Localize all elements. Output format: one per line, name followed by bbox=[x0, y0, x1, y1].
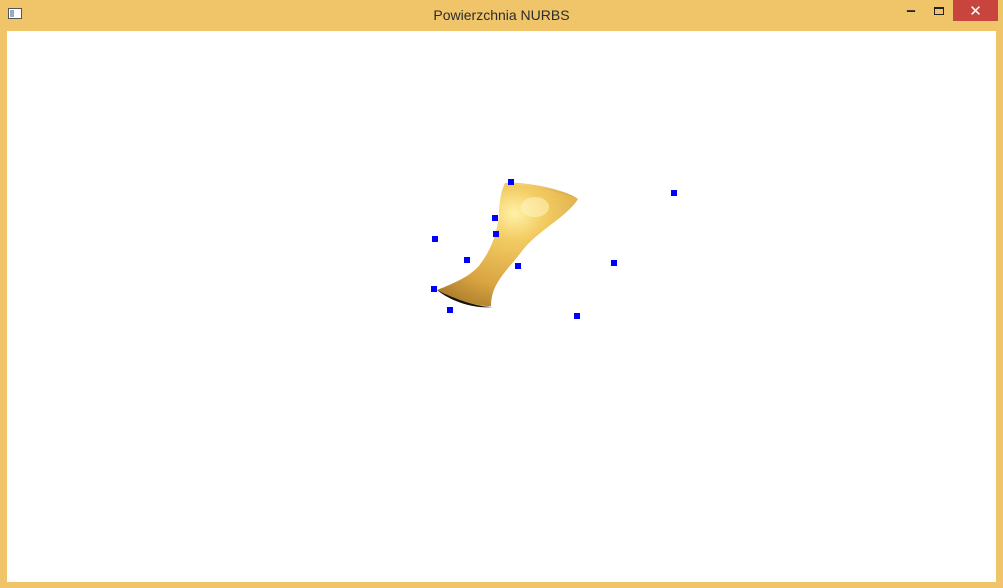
control-point[interactable] bbox=[671, 190, 677, 196]
control-point[interactable] bbox=[508, 179, 514, 185]
control-point[interactable] bbox=[515, 263, 521, 269]
control-point[interactable] bbox=[432, 236, 438, 242]
app-window: Powierzchnia NURBS ‒ ✕ bbox=[0, 0, 1003, 588]
opengl-viewport[interactable] bbox=[7, 31, 996, 582]
control-point[interactable] bbox=[611, 260, 617, 266]
control-point[interactable] bbox=[492, 215, 498, 221]
nurbs-surface bbox=[437, 182, 578, 307]
close-button[interactable]: ✕ bbox=[953, 0, 998, 21]
surface-highlight bbox=[521, 197, 549, 217]
minimize-button[interactable]: ‒ bbox=[897, 0, 925, 21]
control-point[interactable] bbox=[493, 231, 499, 237]
window-title: Powierzchnia NURBS bbox=[433, 7, 570, 23]
control-point[interactable] bbox=[431, 286, 437, 292]
maximize-icon bbox=[934, 6, 944, 15]
maximize-button[interactable] bbox=[925, 0, 953, 21]
control-point[interactable] bbox=[464, 257, 470, 263]
control-point[interactable] bbox=[447, 307, 453, 313]
control-point[interactable] bbox=[574, 313, 580, 319]
nurbs-scene bbox=[431, 179, 677, 319]
title-bar[interactable]: Powierzchnia NURBS ‒ ✕ bbox=[0, 0, 1003, 31]
